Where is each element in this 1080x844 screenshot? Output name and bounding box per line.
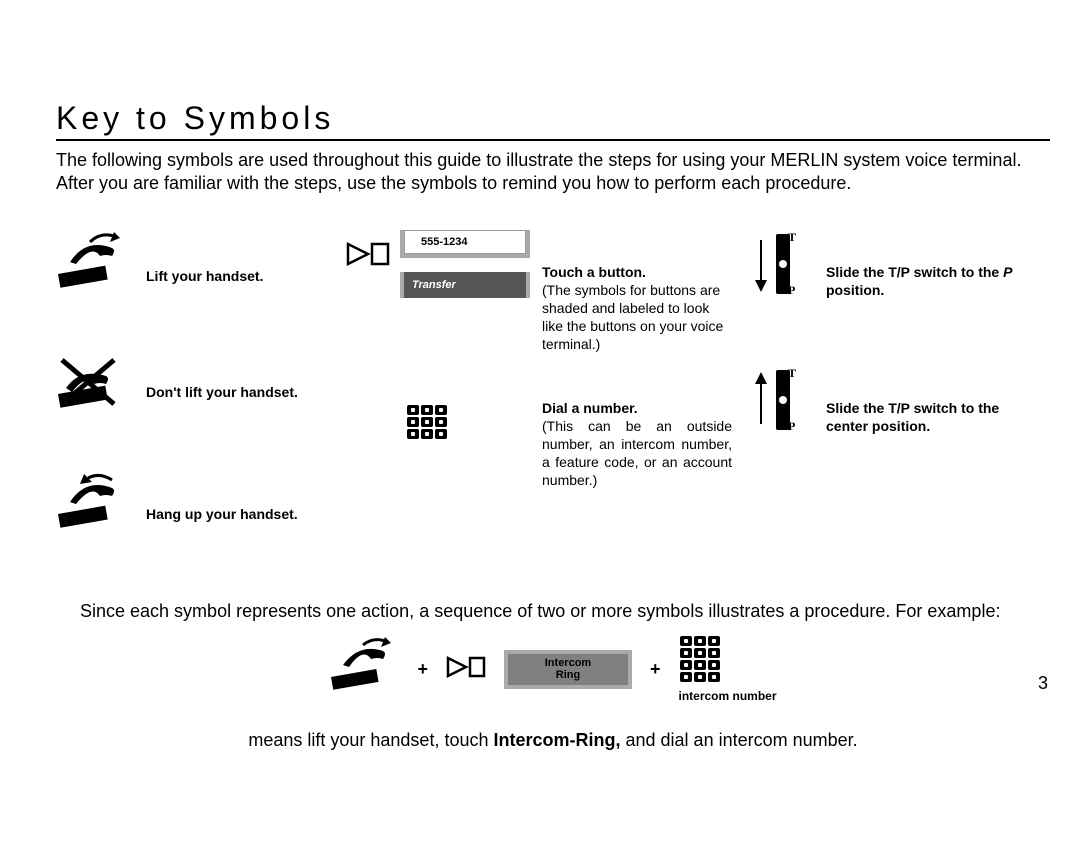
touch-button-bold: Touch a button. bbox=[542, 264, 646, 280]
example-lift-icon bbox=[329, 639, 399, 700]
example-pointer-icon bbox=[446, 654, 486, 685]
button-symbol-white: 555-1234 bbox=[400, 230, 530, 258]
slide-p-label-b: position. bbox=[826, 282, 884, 298]
slide-p-label-i: P bbox=[1003, 264, 1012, 280]
example-intro: Since each symbol represents one action,… bbox=[56, 600, 1050, 623]
example-sequence: + Intercom Ring + intercom number bbox=[56, 635, 1050, 703]
intro-paragraph: The following symbols are used throughou… bbox=[56, 149, 1050, 194]
dial-number-plain: (This can be an outside number, an inter… bbox=[542, 418, 732, 488]
plus-1: + bbox=[417, 659, 428, 680]
page-number: 3 bbox=[1038, 673, 1048, 694]
dont-lift-label: Don't lift your handset. bbox=[146, 384, 346, 402]
button-white-label: 555-1234 bbox=[421, 236, 468, 248]
keypad-icon bbox=[406, 404, 448, 440]
tp-switch-down-icon: T P bbox=[752, 234, 796, 294]
example-keypad-icon bbox=[679, 635, 721, 683]
lift-handset-label: Lift your handset. bbox=[146, 268, 316, 286]
intercom-ring-button: Intercom Ring bbox=[504, 650, 632, 689]
dont-lift-handset-icon bbox=[56, 354, 126, 419]
keypad-caption: intercom number bbox=[679, 689, 777, 703]
button-symbol-dark: Transfer bbox=[400, 272, 530, 298]
button-dark-label: Transfer bbox=[412, 279, 456, 291]
page-title: Key to Symbols bbox=[56, 100, 1050, 141]
tp-switch-up-icon: T P bbox=[752, 370, 796, 430]
dial-number-bold: Dial a number. bbox=[542, 400, 638, 416]
intercom-line1: Intercom bbox=[508, 657, 628, 670]
plus-2: + bbox=[650, 659, 661, 680]
tp-p-label: P bbox=[788, 283, 795, 298]
touch-pointer-icon bbox=[346, 240, 390, 273]
tp-p-label-2: P bbox=[788, 419, 795, 434]
lift-handset-icon bbox=[56, 234, 126, 299]
slide-center-label: Slide the T/P switch to the center posit… bbox=[826, 400, 1026, 435]
touch-button-plain: (The symbols for buttons are shaded and … bbox=[542, 282, 723, 352]
means-sentence: means lift your handset, touch Intercom-… bbox=[56, 729, 1050, 752]
intercom-line2: Ring bbox=[508, 669, 628, 682]
hang-up-handset-icon bbox=[56, 474, 126, 539]
slide-p-label-a: Slide the T/P switch to the bbox=[826, 264, 1003, 280]
hang-up-label: Hang up your handset. bbox=[146, 506, 346, 524]
